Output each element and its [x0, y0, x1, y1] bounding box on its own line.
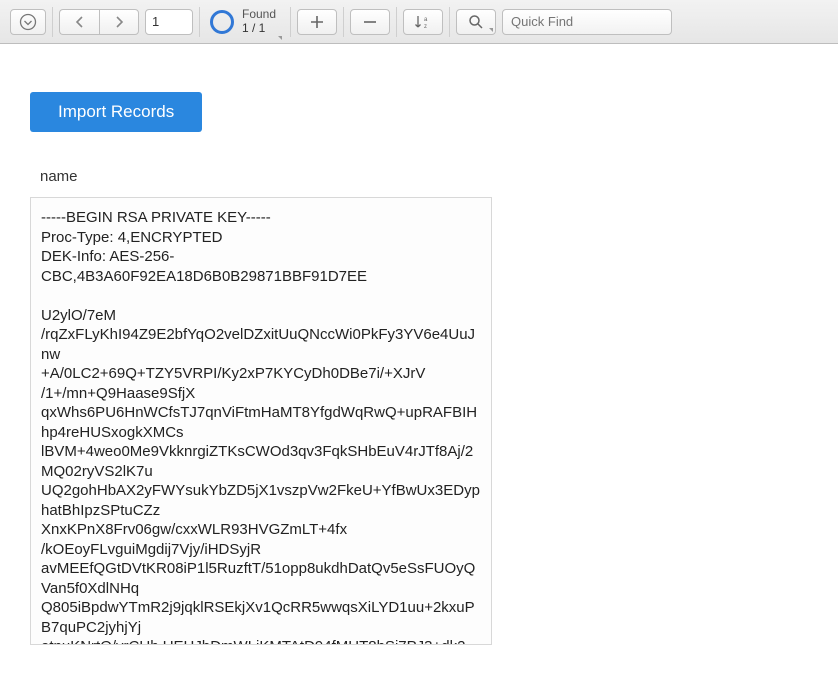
- name-field-content[interactable]: -----BEGIN RSA PRIVATE KEY----- Proc-Typ…: [30, 197, 492, 645]
- minus-icon: [362, 14, 378, 30]
- layout-menu-button[interactable]: [10, 9, 46, 35]
- delete-record-button[interactable]: [350, 9, 390, 35]
- found-count: 1 / 1: [242, 22, 276, 35]
- chevron-down-circle-icon: [19, 13, 37, 31]
- toolbar-separator: [290, 7, 291, 37]
- toolbar-separator: [396, 7, 397, 37]
- quick-find-input[interactable]: [503, 10, 672, 34]
- dropdown-triangle-icon: [278, 36, 282, 40]
- found-ring-icon: [210, 10, 234, 34]
- record-number-input[interactable]: [145, 9, 193, 35]
- content-area: Import Records name -----BEGIN RSA PRIVA…: [0, 44, 838, 665]
- svg-text:a: a: [424, 17, 428, 23]
- dropdown-triangle-icon: [489, 28, 493, 32]
- record-nav: [59, 9, 139, 35]
- search-icon: [468, 14, 484, 30]
- toolbar-separator: [343, 7, 344, 37]
- toolbar-separator: [199, 7, 200, 37]
- found-indicator[interactable]: Found 1 / 1: [206, 2, 284, 42]
- found-text: Found 1 / 1: [242, 8, 276, 34]
- toolbar: Found 1 / 1 a z: [0, 0, 838, 44]
- plus-icon: [309, 14, 325, 30]
- field-label-name: name: [40, 168, 808, 185]
- chevron-right-icon: [114, 16, 124, 28]
- sort-az-icon: a z: [414, 14, 432, 30]
- toolbar-separator: [449, 7, 450, 37]
- quick-find-group: [502, 9, 672, 35]
- found-label: Found: [242, 8, 276, 21]
- svg-text:z: z: [424, 24, 427, 30]
- toolbar-separator: [52, 7, 53, 37]
- next-record-button[interactable]: [99, 9, 139, 35]
- import-records-button[interactable]: Import Records: [30, 92, 202, 132]
- sort-button[interactable]: a z: [403, 9, 443, 35]
- new-record-button[interactable]: [297, 9, 337, 35]
- prev-record-button[interactable]: [59, 9, 99, 35]
- chevron-left-icon: [75, 16, 85, 28]
- find-button[interactable]: [456, 9, 496, 35]
